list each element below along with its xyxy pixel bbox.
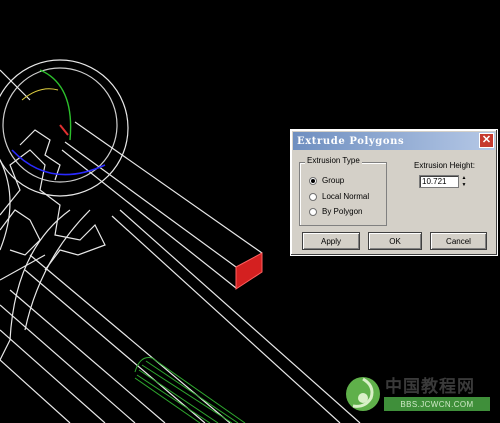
gizmo-green-arc bbox=[39, 69, 72, 141]
watermark-logo-icon bbox=[346, 377, 380, 411]
radio-selected-dot bbox=[311, 178, 315, 183]
gizmo-yellow-arc bbox=[21, 88, 59, 101]
extrusion-height-label: Extrusion Height: bbox=[414, 161, 475, 170]
gizmo-outer-circle[interactable] bbox=[0, 59, 129, 197]
wire-line bbox=[64, 141, 237, 268]
extrusion-type-label: Extrusion Type bbox=[305, 156, 362, 165]
radio-local-normal-button[interactable] bbox=[309, 192, 317, 201]
wire-mesh bbox=[19, 129, 61, 181]
wire-curve bbox=[0, 209, 71, 361]
cancel-button[interactable]: Cancel bbox=[430, 232, 487, 250]
ok-button[interactable]: OK bbox=[368, 232, 422, 250]
wire-line bbox=[0, 359, 71, 423]
spinner-arrows[interactable]: ▲ ▼ bbox=[460, 175, 468, 188]
radio-local-normal[interactable]: Local Normal bbox=[309, 192, 369, 201]
radio-by-polygon-label[interactable]: By Polygon bbox=[322, 207, 362, 216]
green-object[interactable] bbox=[134, 357, 246, 423]
gizmo-red-arc bbox=[59, 124, 69, 136]
apply-button[interactable]: Apply bbox=[302, 232, 360, 250]
radio-group-label[interactable]: Group bbox=[322, 176, 344, 185]
radio-local-normal-label[interactable]: Local Normal bbox=[322, 192, 369, 201]
radio-by-polygon[interactable]: By Polygon bbox=[309, 207, 362, 216]
close-icon: ✕ bbox=[481, 134, 492, 146]
wire-line bbox=[0, 329, 106, 423]
spinner-down-icon[interactable]: ▼ bbox=[460, 182, 468, 189]
wire-line bbox=[0, 69, 31, 101]
selected-face[interactable] bbox=[235, 252, 263, 290]
extrude-polygons-dialog: Extrude Polygons ✕ Extrusion Type Group … bbox=[290, 129, 498, 256]
close-button[interactable]: ✕ bbox=[479, 133, 494, 148]
watermark-url: BBS.JCWCN.COM bbox=[384, 397, 490, 411]
radio-by-polygon-button[interactable] bbox=[309, 207, 317, 216]
wire-line bbox=[0, 304, 136, 423]
radio-group-button[interactable] bbox=[309, 176, 317, 185]
wire-line bbox=[74, 121, 263, 254]
wire-line bbox=[24, 269, 206, 423]
radio-group[interactable]: Group bbox=[309, 176, 344, 185]
dialog-title: Extrude Polygons bbox=[297, 135, 405, 147]
extrusion-height-input[interactable]: 10.721 bbox=[419, 175, 459, 188]
extrusion-height-spinner[interactable]: 10.721 ▲ ▼ bbox=[419, 175, 468, 188]
watermark-title: 中国教程网 bbox=[385, 377, 475, 396]
dialog-titlebar[interactable]: Extrude Polygons ✕ bbox=[293, 132, 495, 150]
wire-line bbox=[9, 289, 166, 423]
